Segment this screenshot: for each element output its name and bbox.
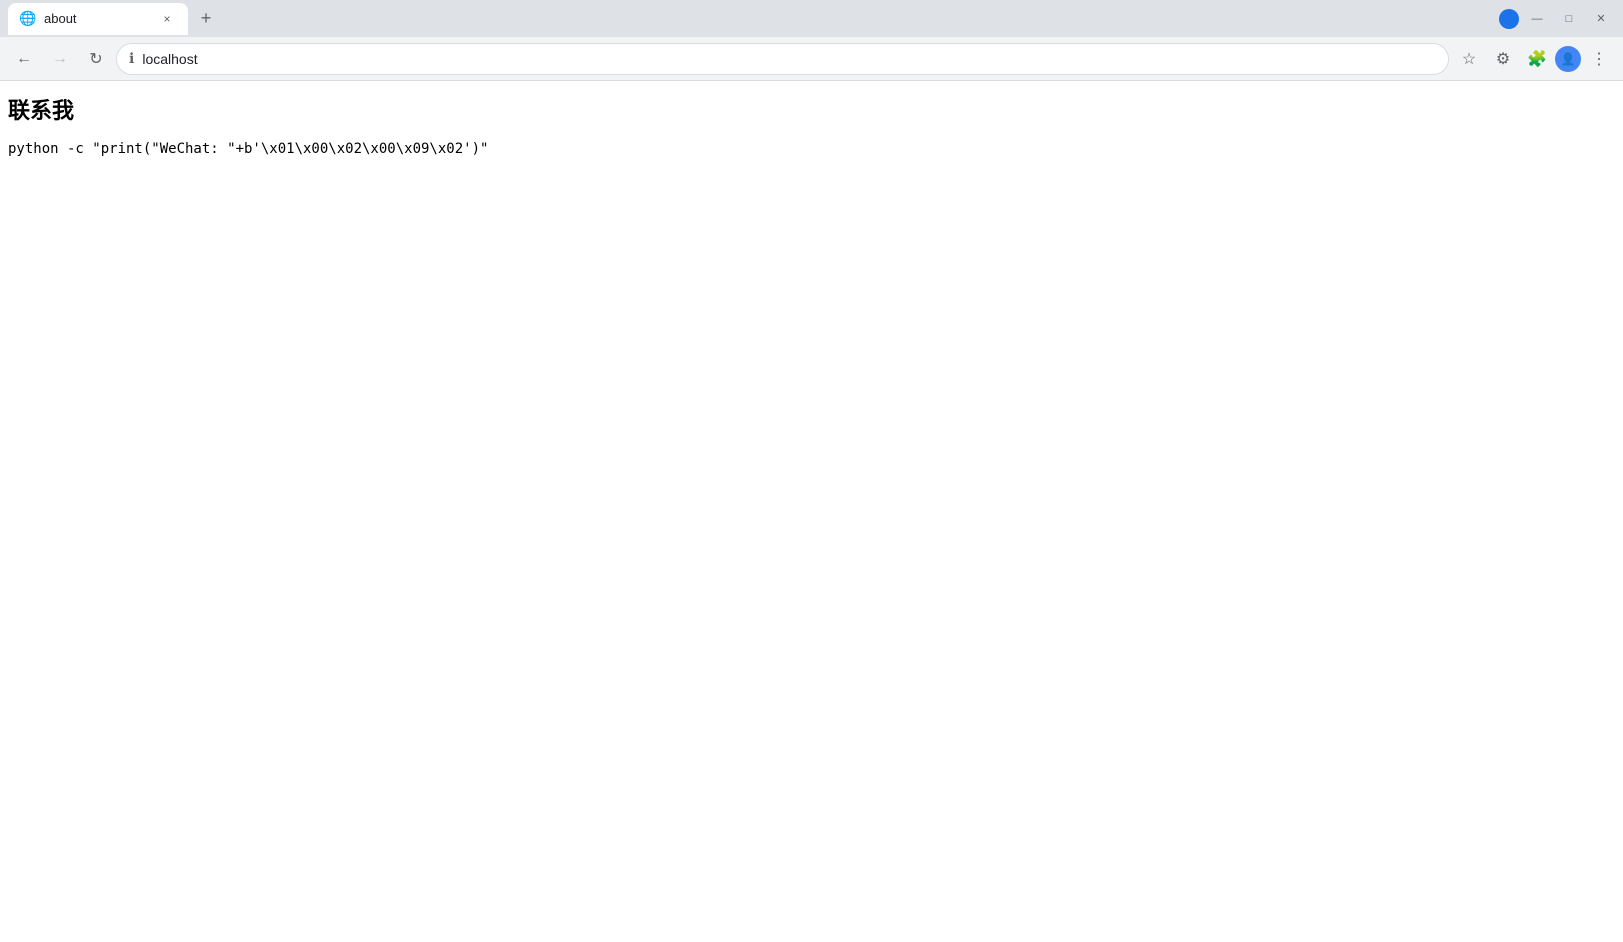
new-tab-button[interactable]: + — [192, 5, 220, 33]
page-content: 联系我 python -c "print("WeChat: "+b'\x01\x… — [0, 81, 1623, 942]
title-bar-left: 🌐 about × + — [8, 3, 220, 35]
menu-button[interactable]: ⋮ — [1583, 43, 1615, 75]
tab-close-button[interactable]: × — [158, 10, 176, 28]
address-bar-url: localhost — [142, 51, 1436, 67]
address-bar-info-icon: ℹ — [129, 50, 134, 67]
browser-window: 🌐 about × + — □ ✕ ← → ↻ ℹ localhost ☆ ⚙ … — [0, 0, 1623, 942]
minimize-button[interactable]: — — [1523, 5, 1551, 33]
page-code-line: python -c "print("WeChat: "+b'\x01\x00\x… — [8, 141, 1615, 157]
title-bar: 🌐 about × + — □ ✕ — [0, 0, 1623, 37]
extensions-button[interactable]: 🧩 — [1521, 43, 1553, 75]
page-heading: 联系我 — [8, 93, 1615, 125]
tab-title: about — [44, 11, 150, 26]
title-bar-controls: — □ ✕ — [1499, 5, 1615, 33]
address-bar[interactable]: ℹ localhost — [116, 43, 1449, 75]
toolbar: ← → ↻ ℹ localhost ☆ ⚙ 🧩 👤 ⋮ — [0, 37, 1623, 81]
settings-button[interactable]: ⚙ — [1487, 43, 1519, 75]
forward-button[interactable]: → — [44, 43, 76, 75]
maximize-button[interactable]: □ — [1555, 5, 1583, 33]
profile-button[interactable]: 👤 — [1555, 46, 1581, 72]
reload-button[interactable]: ↻ — [80, 43, 112, 75]
profile-icon: 👤 — [1561, 52, 1576, 66]
toolbar-right: ☆ ⚙ 🧩 👤 ⋮ — [1453, 43, 1615, 75]
bookmark-button[interactable]: ☆ — [1453, 43, 1485, 75]
profile-icon-title — [1499, 9, 1519, 29]
tab-favicon-icon: 🌐 — [20, 11, 36, 27]
browser-tab[interactable]: 🌐 about × — [8, 3, 188, 35]
close-button[interactable]: ✕ — [1587, 5, 1615, 33]
back-button[interactable]: ← — [8, 43, 40, 75]
